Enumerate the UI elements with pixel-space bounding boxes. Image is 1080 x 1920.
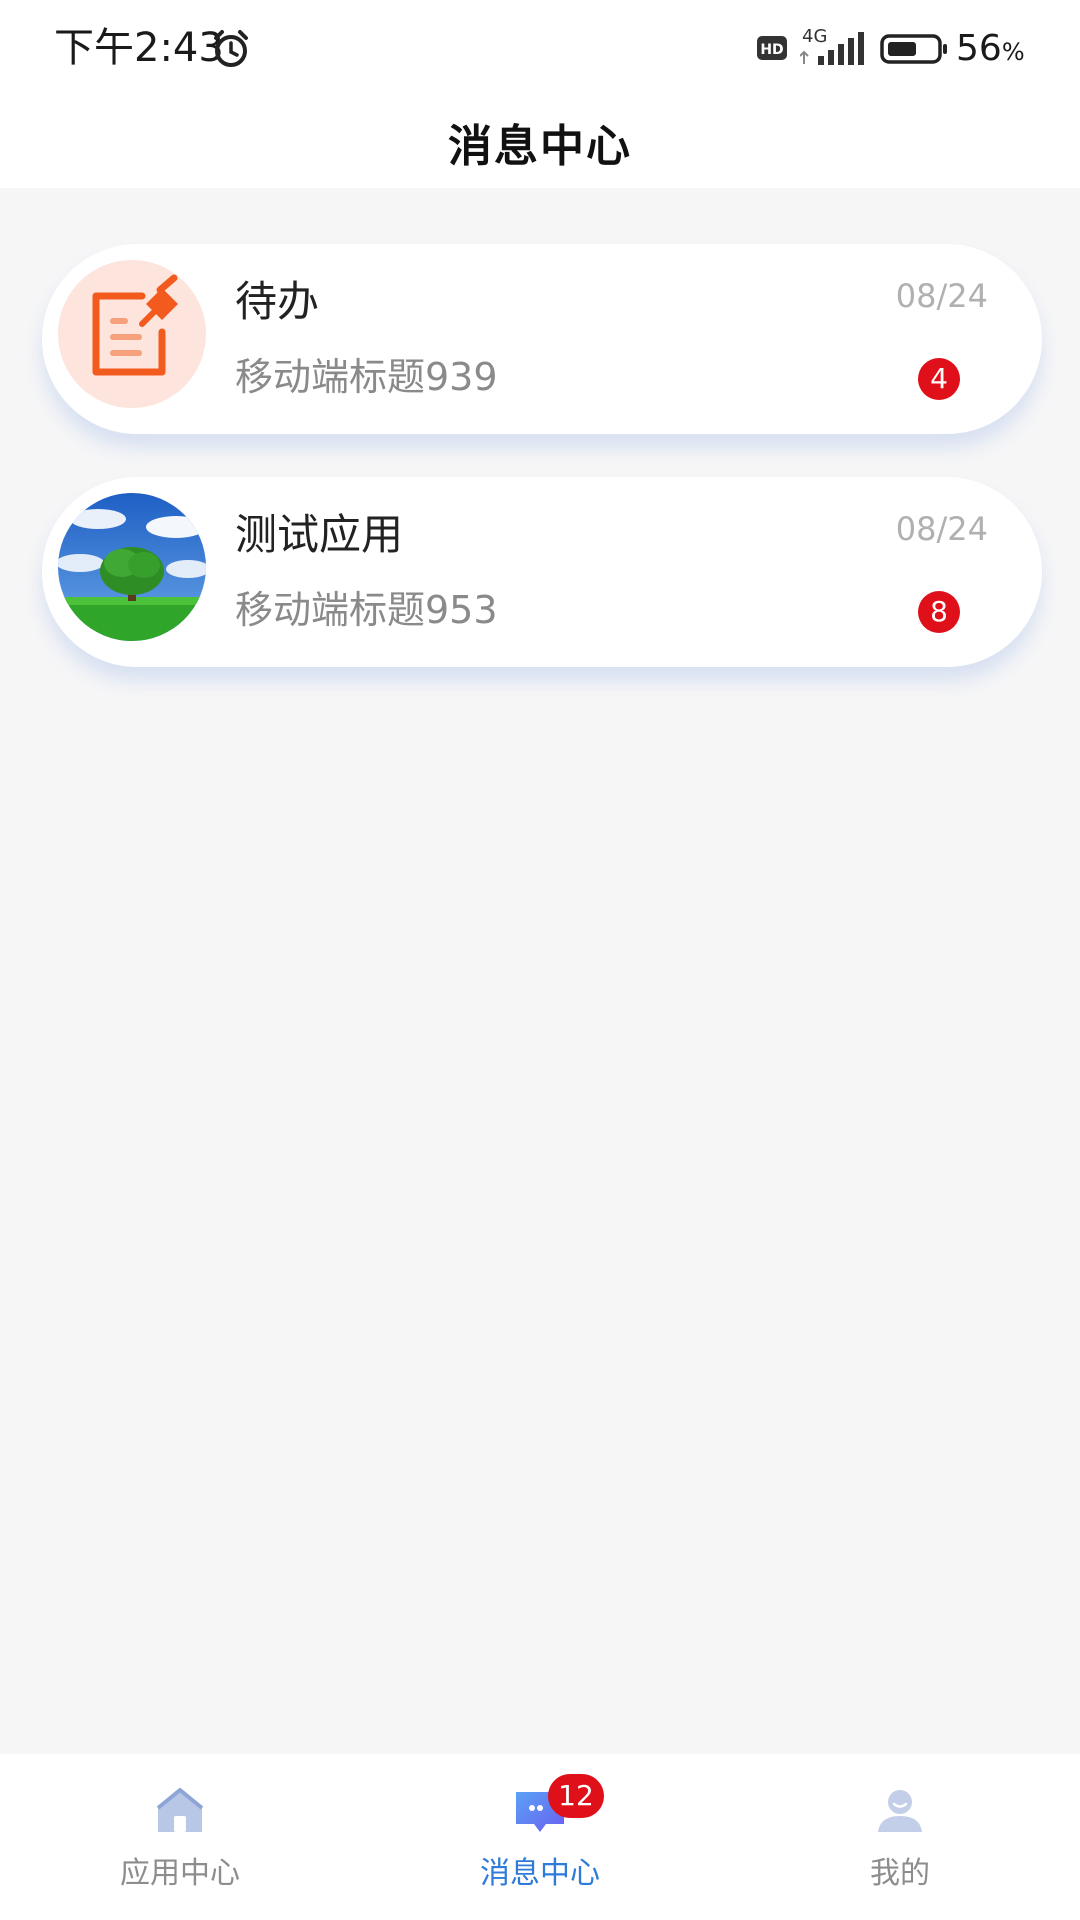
test-app-avatar bbox=[58, 493, 206, 641]
message-item-todo[interactable]: 待办 移动端标题939 08/24 4 bbox=[42, 244, 1042, 434]
message-title: 待办 bbox=[235, 277, 320, 326]
document-pin-icon bbox=[92, 274, 178, 376]
battery-icon bbox=[880, 34, 947, 64]
page-title: 消息中心 bbox=[448, 121, 632, 172]
tab-unread-badge: 12 bbox=[548, 1774, 604, 1818]
message-date: 08/24 bbox=[895, 510, 988, 548]
message-date: 08/24 bbox=[895, 277, 988, 315]
home-icon bbox=[156, 1788, 204, 1832]
message-title: 测试应用 bbox=[235, 510, 404, 559]
message-preview: 移动端标题939 bbox=[235, 355, 498, 399]
alarm-icon bbox=[214, 30, 248, 67]
tab-mine[interactable]: 我的 bbox=[720, 1754, 1080, 1920]
bottom-tab-bar: 应用中心 12 消息中心 我的 bbox=[0, 1754, 1080, 1920]
message-preview: 移动端标题953 bbox=[235, 588, 498, 632]
tab-app-center[interactable]: 应用中心 bbox=[0, 1754, 360, 1920]
hd-icon: HD bbox=[757, 36, 787, 60]
battery-percentage: 56% bbox=[956, 28, 1025, 69]
header: 消息中心 bbox=[0, 96, 1080, 188]
unread-badge: 8 bbox=[918, 591, 960, 633]
unread-badge: 4 bbox=[918, 358, 960, 400]
tab-label: 我的 bbox=[870, 1856, 930, 1891]
user-icon bbox=[878, 1790, 922, 1832]
status-time: 下午2:43 bbox=[54, 25, 224, 71]
tree-landscape-image bbox=[58, 493, 206, 641]
signal-icon bbox=[800, 32, 864, 65]
message-item-test-app[interactable]: 测试应用 移动端标题953 08/24 8 bbox=[42, 477, 1042, 667]
tab-label: 应用中心 bbox=[120, 1856, 240, 1891]
status-bar: 下午2:43 HD 4G 56% bbox=[0, 0, 1080, 96]
tab-label: 消息中心 bbox=[480, 1856, 600, 1891]
svg-text:HD: HD bbox=[760, 42, 783, 58]
tab-message-center[interactable]: 12 消息中心 bbox=[360, 1754, 720, 1920]
todo-avatar bbox=[58, 260, 206, 408]
